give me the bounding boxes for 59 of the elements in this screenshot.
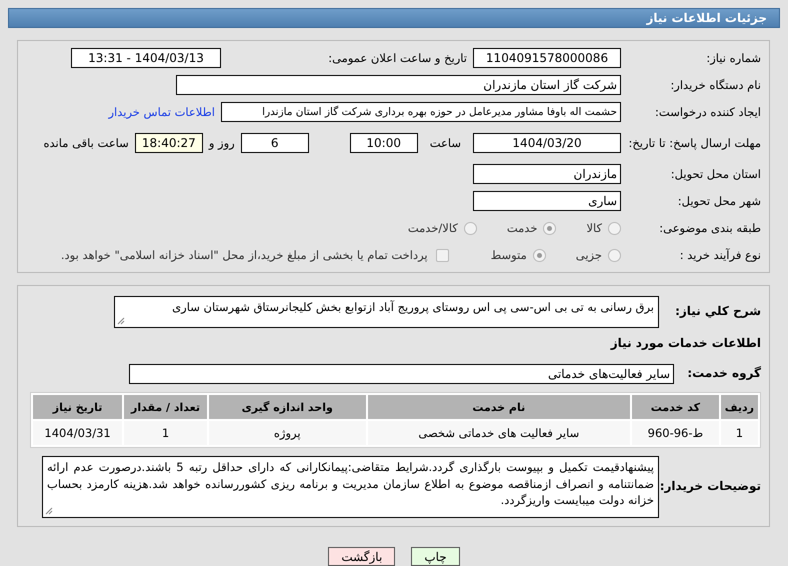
field-label: طبقه بندی موضوعی: — [658, 220, 762, 236]
province-field: مازندران — [473, 164, 621, 184]
field-label: شماره نیاز: — [705, 50, 762, 66]
table-cell: ط-96-960 — [632, 421, 719, 445]
field-label: نوع فرآیند خرید : — [678, 248, 762, 262]
option-label: متوسط — [490, 248, 527, 262]
option-label: خدمت — [506, 221, 538, 235]
field-label: ایجاد کننده درخواست: — [654, 104, 762, 120]
table-cell: پروژه — [208, 421, 366, 445]
buyer-field: شرکت گاز استان مازندران — [176, 75, 621, 95]
table-cell: سایر فعالیت های خدماتی شخصی — [368, 421, 630, 445]
remaining-time-field: 18:40:27 — [134, 133, 203, 153]
field-label: توضیحات خریدار: — [659, 479, 762, 495]
days-field: 6 — [240, 133, 309, 153]
field-label: مهلت ارسال پاسخ: تا تاریخ: — [627, 136, 762, 150]
section-heading: اطلاعات خدمات مورد نياز — [610, 336, 762, 350]
need-number-field: 1104091578000086 — [473, 48, 621, 68]
remaining-label: ساعت باقی مانده — [44, 136, 129, 150]
contact-link[interactable]: اطلاعات تماس خریدار — [108, 105, 215, 119]
column-header: نام خدمت — [368, 395, 630, 419]
field-label: شرح کلي نياز: — [674, 304, 762, 320]
radio-button[interactable] — [608, 222, 621, 234]
description-field: برق رسانی به تی بی اس-سی پی اس روستای پروریج آباد ازتوابع بخش کلیجانرستاق شهرستان ساری — [114, 296, 659, 328]
field-label: شهر محل تحویل: — [676, 194, 762, 208]
radio-button[interactable] — [464, 222, 477, 234]
resize-grip-icon — [117, 317, 125, 325]
buyer-notes-field: پیشنهادقیمت تکمیل و بپیوست بارگذاری گردد.شرایط متقاضی:پیمانکارانی که دارای حداقل رتبه 5 باشند.درصورت عدم ارائه ضمانتنامه و انصراف ازمناقصه موضوع به اطلاع سازمان مدیریت و برنامه ریزی کشوررسانده خواهد شد.هزینه کارمزد بحساب خزانه دولت میبایست واریزگردد. — [42, 456, 659, 518]
time-label: ساعت — [430, 136, 461, 150]
days-label: روز و — [208, 136, 235, 150]
checkbox[interactable] — [436, 248, 449, 262]
time-field: 10:00 — [350, 133, 418, 153]
back-button[interactable]: بازگشت — [328, 547, 396, 566]
payment-note: پرداخت تمام یا بخشی از مبلغ خرید،از محل "اسناد خزانه اسلامی" خواهد بود. — [60, 248, 428, 262]
city-field: ساری — [473, 191, 621, 211]
announce-date-field: 1404/03/13 - 13:31 — [71, 48, 221, 68]
radio-button[interactable] — [543, 222, 556, 234]
requester-field: حشمت اله باوفا مشاور مدیرعامل در حوزه بهره برداری شرکت گاز استان مازندرا — [221, 102, 621, 122]
deadline-date-field: 1404/03/20 — [473, 133, 621, 153]
print-button[interactable]: چاپ — [411, 547, 460, 566]
option-label: کالا — [586, 221, 602, 235]
table-cell: 1 — [124, 421, 207, 445]
column-header: تاریخ نیاز — [33, 395, 122, 419]
table-cell: 1 — [720, 421, 758, 445]
option-label: کالا/خدمت — [408, 221, 458, 235]
column-header: ردیف — [720, 395, 758, 419]
table-cell: 1404/03/31 — [33, 421, 122, 445]
service-group-field: سایر فعالیت‌های خدماتی — [129, 364, 674, 384]
radio-button[interactable] — [608, 248, 621, 262]
column-header: کد خدمت — [632, 395, 719, 419]
column-header: واحد اندازه گیری — [208, 395, 366, 419]
page-title: جزئیات اطلاعات نیاز — [646, 11, 767, 25]
option-label: جزیی — [576, 248, 602, 262]
field-label: استان محل تحویل: — [670, 166, 762, 182]
column-header: تعداد / مقدار — [124, 395, 207, 419]
resize-grip-icon — [45, 507, 53, 515]
radio-button[interactable] — [532, 248, 546, 262]
field-label: تاریخ و ساعت اعلان عمومی: — [327, 50, 468, 66]
field-label: نام دستگاه خریدار: — [669, 78, 762, 92]
field-label: گروه خدمت: — [686, 366, 762, 382]
